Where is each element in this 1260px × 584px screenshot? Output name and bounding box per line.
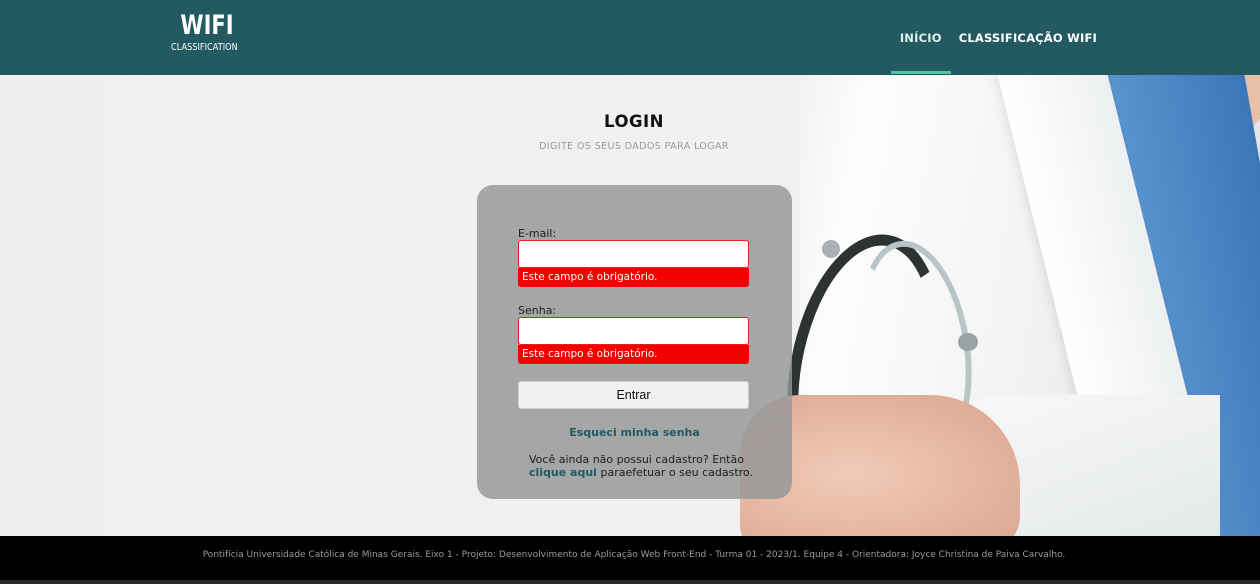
email-label: E-mail: <box>518 227 557 240</box>
login-heading: LOGIN DIGITE OS SEUS DADOS PARA LOGAR <box>0 112 1260 152</box>
email-field[interactable] <box>518 240 749 268</box>
register-link[interactable]: clique aqui <box>529 466 597 479</box>
password-label: Senha: <box>518 304 557 317</box>
nav-item-inicio[interactable]: INÍCIO <box>890 30 951 74</box>
nav-item-classificacao-wifi[interactable]: CLASSIFICAÇÃO WIFI <box>959 31 1097 45</box>
register-prompt-suffix: paraefetuar o seu cadastro. <box>600 466 753 479</box>
email-error-message: Este campo é obrigatório. <box>518 268 749 287</box>
logo-title: WIFI <box>180 10 234 41</box>
forgot-password-link[interactable]: Esqueci minha senha <box>477 426 792 439</box>
page-footer: Pontifícia Universidade Católica de Mina… <box>0 536 1260 584</box>
top-navbar: WIFI CLASSIFICATION INÍCIO CLASSIFICAÇÃO… <box>0 0 1260 75</box>
password-field[interactable] <box>518 317 749 345</box>
hero-section: LOGIN DIGITE OS SEUS DADOS PARA LOGAR E-… <box>0 75 1260 536</box>
stethoscope-earpiece-image <box>958 333 978 351</box>
main-nav: INÍCIO CLASSIFICAÇÃO WIFI <box>890 0 1097 75</box>
login-submit-button[interactable]: Entrar <box>518 381 749 409</box>
page-title: LOGIN <box>604 112 664 131</box>
register-prompt: Você ainda não possui cadastro? Então cl… <box>529 453 759 479</box>
stethoscope-earpiece-image <box>822 240 840 258</box>
nav-item-label: INÍCIO <box>899 30 942 45</box>
active-nav-indicator <box>890 70 951 74</box>
site-logo[interactable]: WIFI CLASSIFICATION <box>171 10 242 57</box>
page-subtitle: DIGITE OS SEUS DADOS PARA LOGAR <box>539 141 729 152</box>
password-error-message: Este campo é obrigatório. <box>518 345 749 364</box>
footer-divider <box>0 580 1260 584</box>
logo-subtitle: CLASSIFICATION <box>171 42 238 53</box>
login-form: E-mail: Este campo é obrigatório. Senha:… <box>477 185 792 499</box>
register-prompt-text: Você ainda não possui cadastro? Então <box>529 453 744 466</box>
footer-credits: Pontifícia Universidade Católica de Mina… <box>202 550 1066 560</box>
